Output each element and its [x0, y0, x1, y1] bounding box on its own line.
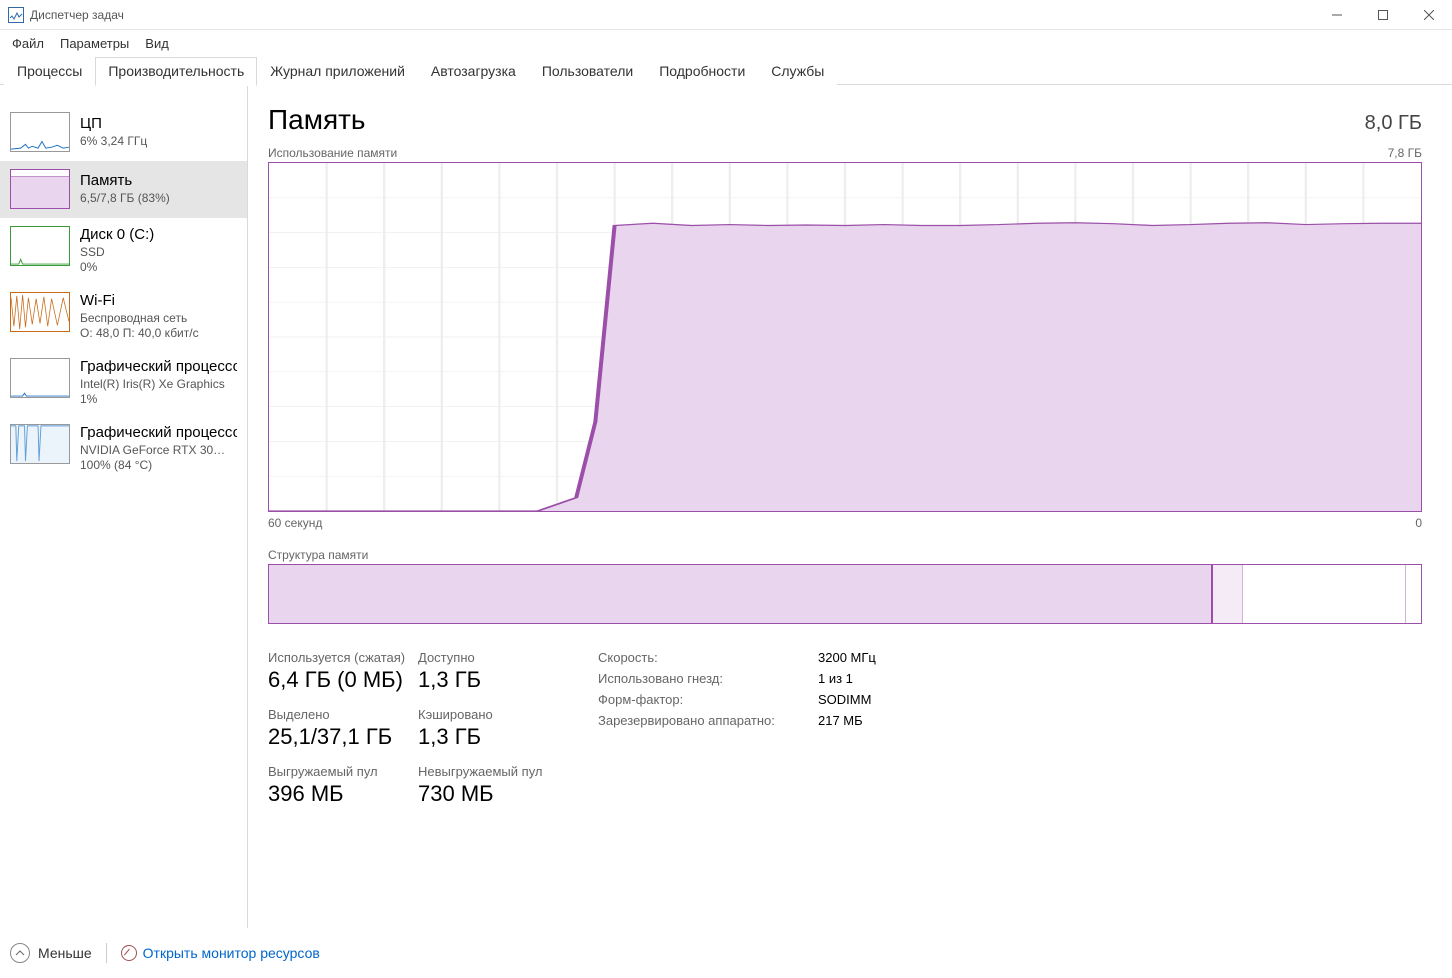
window-buttons [1314, 0, 1452, 30]
page-title: Память [268, 104, 366, 136]
paged-value: 396 МБ [268, 781, 418, 807]
tab-apphistory[interactable]: Журнал приложений [257, 56, 418, 85]
open-resource-monitor-link[interactable]: Открыть монитор ресурсов [121, 945, 320, 961]
graph-label-right: 7,8 ГБ [1388, 146, 1422, 160]
tab-details[interactable]: Подробности [646, 56, 758, 85]
titlebar: Диспетчер задач [0, 0, 1452, 30]
memory-usage-graph[interactable] [268, 162, 1422, 512]
sidebar-item-cpu[interactable]: ЦП6% 3,24 ГГц [0, 104, 247, 161]
close-button[interactable] [1406, 0, 1452, 30]
disk-thumbnail-icon [10, 226, 70, 266]
available-value: 1,3 ГБ [418, 667, 568, 693]
speed-value: 3200 МГц [818, 650, 876, 665]
form-value: SODIMM [818, 692, 871, 707]
slots-value: 1 из 1 [818, 671, 853, 686]
sidebar-item-gpu1[interactable]: Графический процессор 1NVIDIA GeForce RT… [0, 416, 247, 482]
app-icon [8, 7, 24, 23]
cached-value: 1,3 ГБ [418, 724, 568, 750]
menubar: Файл Параметры Вид [0, 30, 1452, 56]
used-value: 6,4 ГБ (0 МБ) [268, 667, 418, 693]
performance-panel: Память 8,0 ГБ Использование памяти 7,8 Г… [248, 86, 1452, 928]
allocated-value: 25,1/37,1 ГБ [268, 724, 418, 750]
memory-composition-bar[interactable] [268, 564, 1422, 624]
minimize-button[interactable] [1314, 0, 1360, 30]
resource-monitor-icon [121, 945, 137, 961]
axis-left: 60 секунд [268, 516, 322, 530]
sidebar-label: Графический процессор 1 [80, 424, 237, 441]
sidebar-item-memory[interactable]: Память6,5/7,8 ГБ (83%) [0, 161, 247, 218]
reserved-value: 217 МБ [818, 713, 863, 728]
menu-options[interactable]: Параметры [52, 32, 137, 55]
footer: Меньше Открыть монитор ресурсов [0, 928, 1452, 978]
maximize-button[interactable] [1360, 0, 1406, 30]
tab-users[interactable]: Пользователи [529, 56, 646, 85]
wifi-thumbnail-icon [10, 292, 70, 332]
separator [106, 943, 107, 963]
cpu-thumbnail-icon [10, 112, 70, 152]
sidebar-label: Память [80, 172, 170, 189]
memory-thumbnail-icon [10, 169, 70, 209]
graph-label-left: Использование памяти [268, 146, 397, 160]
menu-view[interactable]: Вид [137, 32, 177, 55]
window-title: Диспетчер задач [30, 8, 1314, 22]
composition-standby [1243, 565, 1406, 623]
sidebar-label: Графический процессор 0 [80, 358, 237, 375]
gpu1-thumbnail-icon [10, 424, 70, 464]
composition-free [1406, 565, 1421, 623]
resource-sidebar: ЦП6% 3,24 ГГц Память6,5/7,8 ГБ (83%) Дис… [0, 86, 248, 928]
tab-performance[interactable]: Производительность [95, 57, 257, 86]
composition-label: Структура памяти [268, 548, 368, 562]
gpu0-thumbnail-icon [10, 358, 70, 398]
tab-processes[interactable]: Процессы [4, 56, 95, 85]
sidebar-label: ЦП [80, 115, 147, 132]
sidebar-item-gpu0[interactable]: Графический процессор 0Intel(R) Iris(R) … [0, 350, 247, 416]
nonpaged-value: 730 МБ [418, 781, 568, 807]
tabstrip: Процессы Производительность Журнал прило… [0, 56, 1452, 85]
sidebar-label: Диск 0 (C:) [80, 226, 154, 243]
tab-startup[interactable]: Автозагрузка [418, 56, 529, 85]
axis-right: 0 [1415, 516, 1422, 530]
fewer-details-button[interactable]: Меньше [10, 943, 92, 963]
composition-in-use [269, 565, 1213, 623]
tab-services[interactable]: Службы [758, 56, 837, 85]
sidebar-item-disk0[interactable]: Диск 0 (C:)SSD0% [0, 218, 247, 284]
sidebar-label: Wi-Fi [80, 292, 199, 309]
chevron-up-icon [10, 943, 30, 963]
composition-modified [1213, 565, 1243, 623]
sidebar-item-wifi[interactable]: Wi-FiБеспроводная сетьО: 48,0 П: 40,0 кб… [0, 284, 247, 350]
capacity-value: 8,0 ГБ [1365, 112, 1422, 135]
menu-file[interactable]: Файл [4, 32, 52, 55]
